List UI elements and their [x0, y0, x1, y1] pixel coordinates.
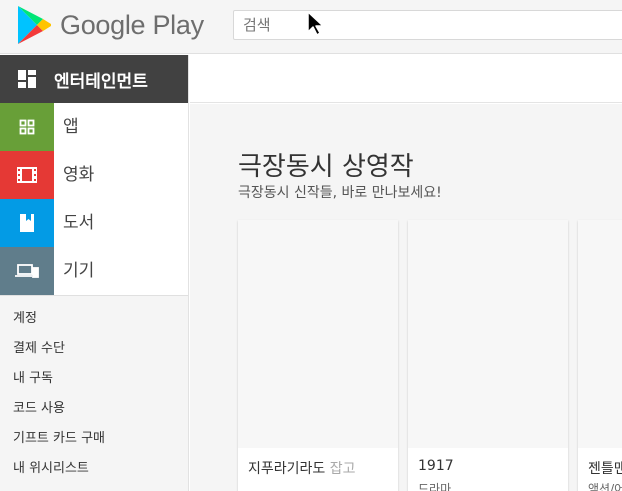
sidebar-item-label: 앱 [54, 103, 188, 151]
sidebar-item-label: 엔터테인먼트 [54, 71, 148, 92]
link-payment-methods[interactable]: 결제 수단 [0, 340, 188, 370]
sidebar-item-movies[interactable]: 영화 [0, 151, 188, 199]
movie-poster[interactable] [408, 220, 568, 448]
play-store-icon [18, 6, 51, 44]
sidebar: 엔터테인먼트 앱 영화 도서 기기 계정 결제 수단 내 구독 코드 사용 기프… [0, 55, 189, 491]
sidebar-item-books[interactable]: 도서 [0, 199, 188, 247]
main-content: 극장동시 상영작 극장동시 신작들, 바로 만나보세요! 지푸라기라도 잡고 1… [190, 104, 622, 491]
mouse-cursor-icon [307, 11, 324, 36]
movie-card[interactable]: 지푸라기라도 잡고 [238, 220, 398, 491]
section-title[interactable]: 극장동시 상영작 [238, 146, 414, 183]
movie-genre: 드라마 [418, 482, 452, 491]
sidebar-item-devices[interactable]: 기기 [0, 247, 188, 295]
link-wishlist[interactable]: 내 위시리스트 [0, 460, 188, 490]
movie-card[interactable]: 젠틀맨 액션/어드벤처 [578, 220, 622, 491]
movie-title[interactable]: 젠틀맨 [588, 458, 622, 478]
search-input[interactable] [234, 11, 622, 39]
sidebar-item-apps[interactable]: 앱 [0, 103, 188, 151]
sidebar-item-entertainment[interactable]: 엔터테인먼트 [0, 55, 188, 103]
movie-title[interactable]: 1917 [418, 458, 454, 474]
brand-name: Google Play [60, 9, 204, 40]
google-play-logo[interactable]: Google Play [16, 5, 204, 45]
entertainment-icon [0, 69, 54, 89]
book-icon [0, 199, 54, 247]
search-box[interactable] [233, 10, 622, 40]
sidebar-item-label: 기기 [54, 247, 188, 295]
movie-card[interactable]: 1917 드라마 [408, 220, 568, 491]
devices-icon [0, 247, 54, 295]
sidebar-item-label: 영화 [54, 151, 188, 199]
apps-grid-icon [0, 103, 54, 151]
movie-genre: 액션/어드벤처 [588, 482, 622, 491]
movie-poster[interactable] [578, 220, 622, 448]
header: Google Play [0, 0, 622, 54]
film-icon [0, 151, 54, 199]
section-subtitle: 극장동시 신작들, 바로 만나보세요! [238, 185, 442, 201]
movie-poster[interactable] [238, 220, 398, 448]
link-buy-gift-card[interactable]: 기프트 카드 구매 [0, 430, 188, 460]
link-redeem-code[interactable]: 코드 사용 [0, 400, 188, 430]
link-subscriptions[interactable]: 내 구독 [0, 370, 188, 400]
sub-navigation-bar [190, 55, 622, 103]
sidebar-item-label: 도서 [54, 199, 188, 247]
movie-title[interactable]: 지푸라기라도 잡고 [248, 458, 356, 478]
link-account[interactable]: 계정 [0, 310, 188, 340]
account-links: 계정 결제 수단 내 구독 코드 사용 기프트 카드 구매 내 위시리스트 [0, 296, 188, 490]
